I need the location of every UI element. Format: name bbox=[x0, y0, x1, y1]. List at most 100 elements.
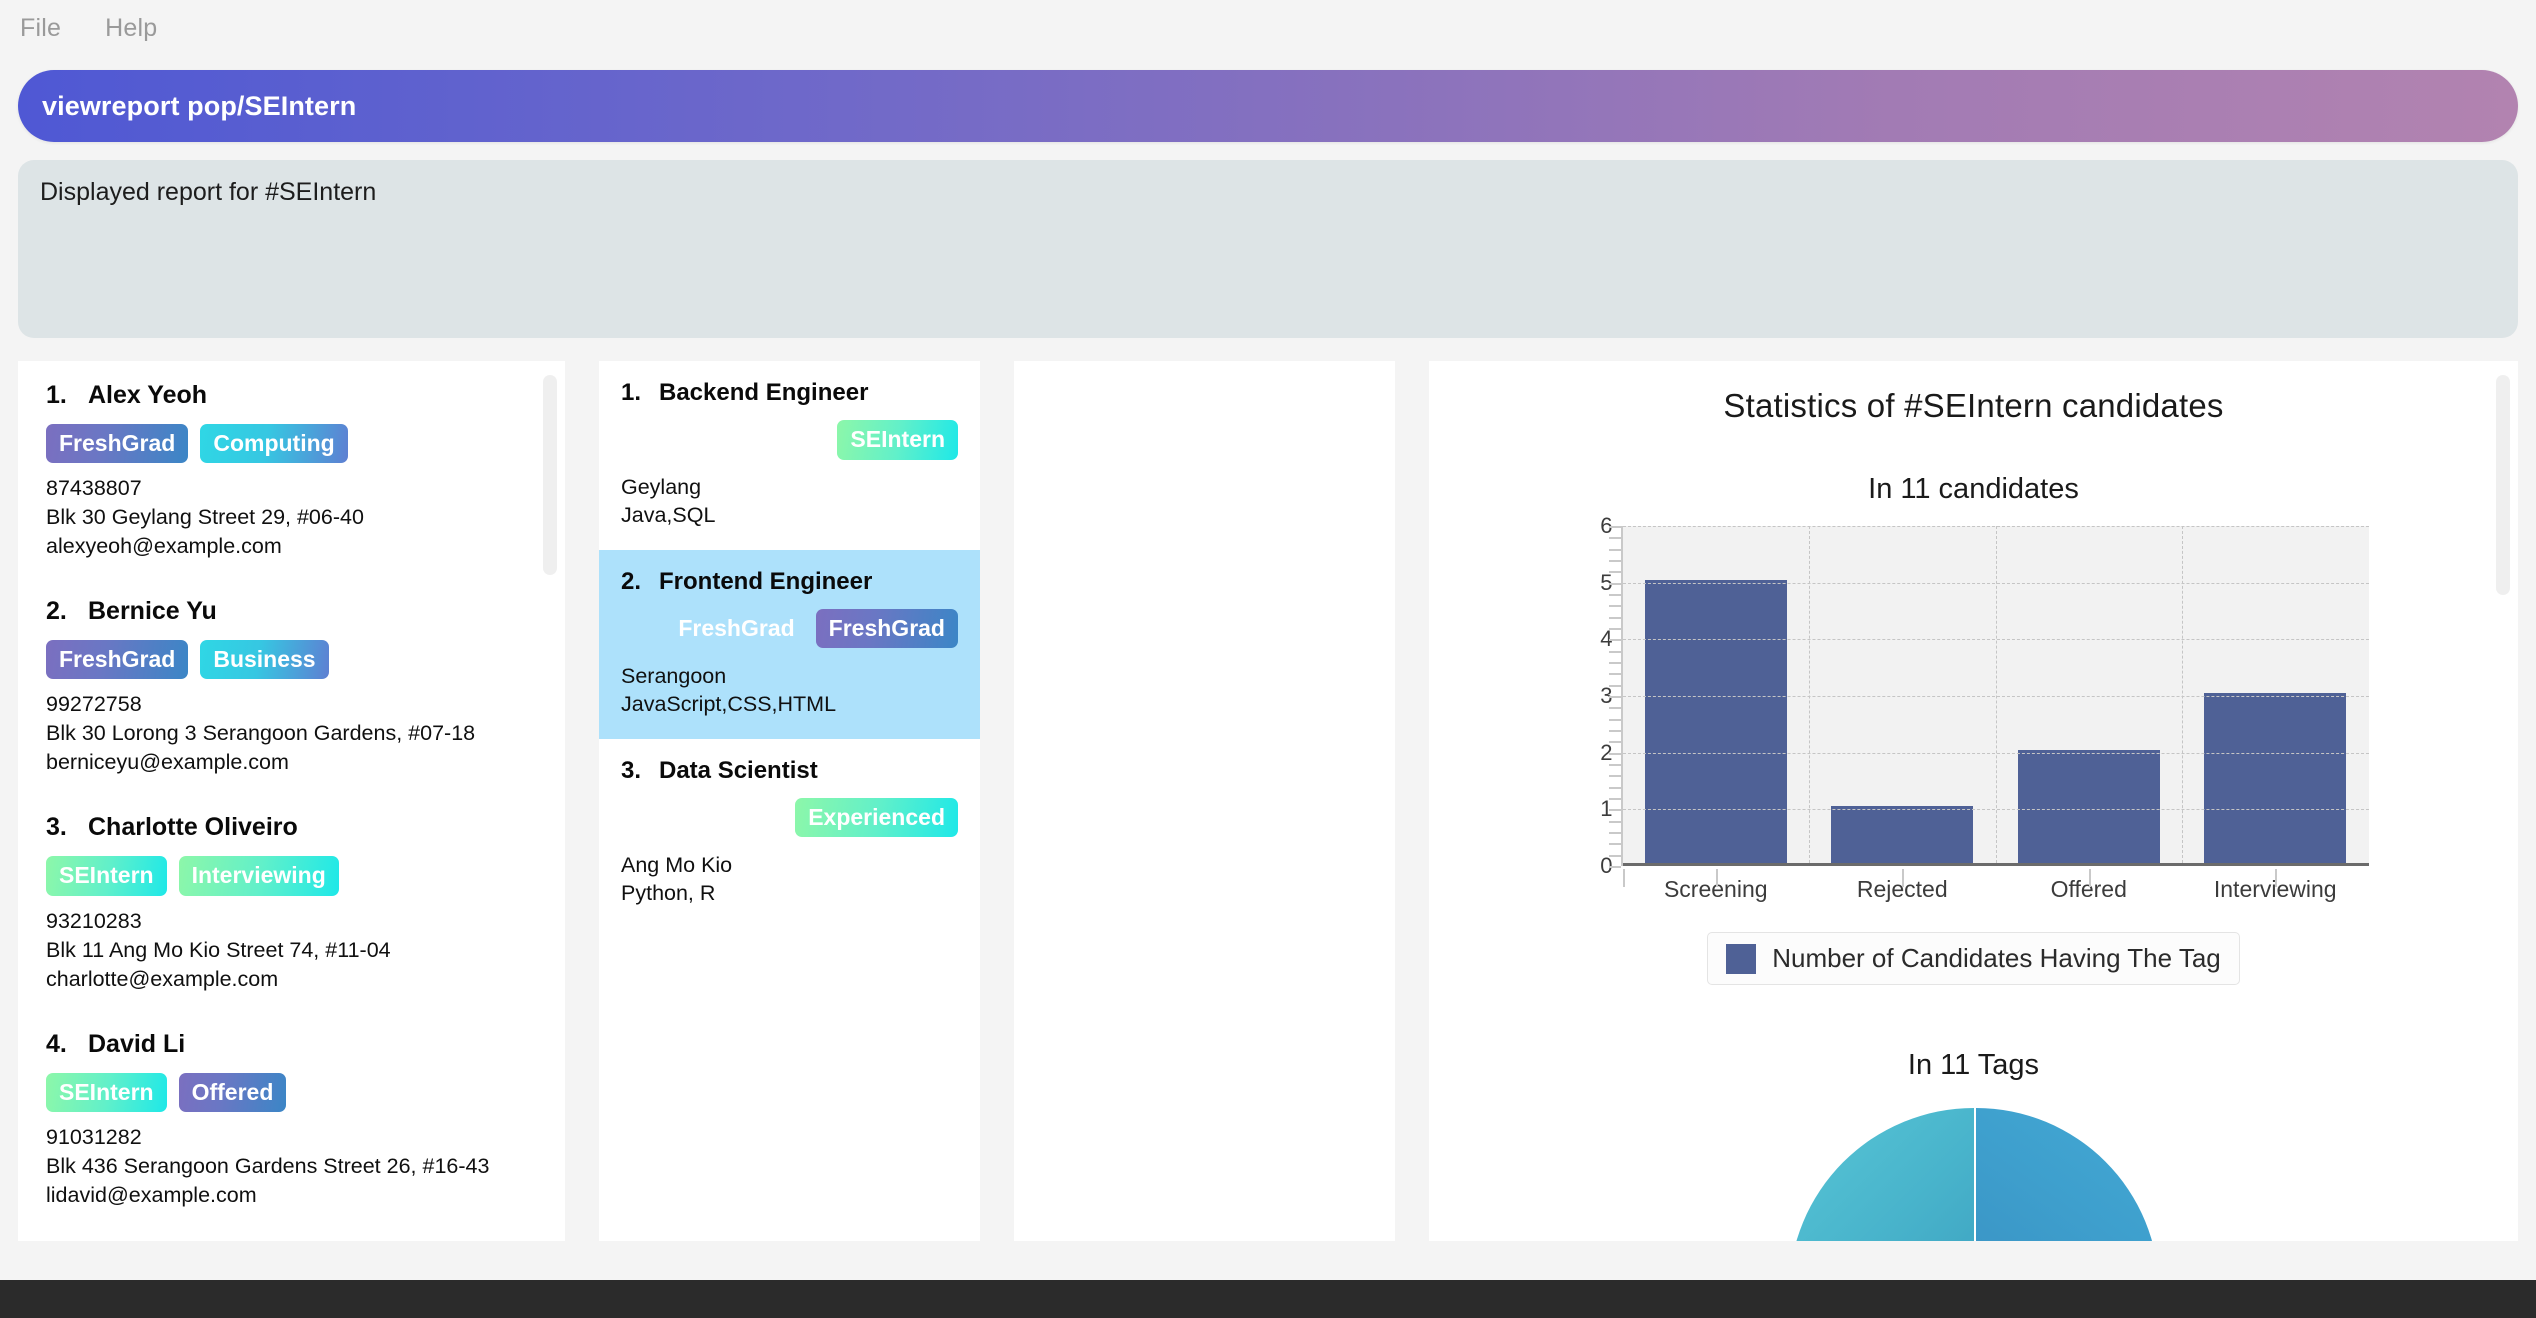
person-details: 93210283 Blk 11 Ang Mo Kio Street 74, #11… bbox=[46, 907, 537, 994]
pie-slice-right[interactable] bbox=[1975, 1108, 2159, 1241]
y-axis-minor-tick bbox=[1608, 605, 1621, 608]
person-index: 4. bbox=[46, 1029, 67, 1058]
person-card[interactable]: 1. Alex Yeoh FreshGrad Computing 87438807 Blk… bbox=[46, 381, 537, 561]
person-tag[interactable]: SEIntern bbox=[46, 1072, 167, 1112]
bar-chart-title: In 11 candidates bbox=[1868, 473, 2079, 505]
job-skills: JavaScript,CSS,HTML bbox=[621, 692, 837, 717]
person-details: 87438807 Blk 30 Geylang Street 29, #06-40… bbox=[46, 474, 537, 561]
y-axis-minor-tick bbox=[1608, 650, 1621, 653]
job-tag[interactable]: SEIntern bbox=[837, 420, 958, 460]
job-title: Data Scientist bbox=[659, 756, 818, 784]
pie-chart bbox=[1788, 1108, 2159, 1241]
person-name-row: 2. Bernice Yu bbox=[46, 597, 537, 626]
bar-chart-x-axis-labels: Screening Rejected Offered Interviewing bbox=[1623, 876, 2369, 903]
y-axis-minor-tick bbox=[1608, 582, 1621, 585]
person-tag[interactable]: Business bbox=[200, 640, 329, 680]
job-tag[interactable]: FreshGrad bbox=[815, 609, 958, 649]
panel-row: 1. Alex Yeoh FreshGrad Computing 87438807 Blk… bbox=[0, 361, 2536, 1241]
job-tag-row: FreshGrad FreshGrad bbox=[621, 608, 958, 650]
job-title-row: 3. Data Scientist bbox=[621, 757, 958, 785]
menu-item-file[interactable]: File bbox=[20, 14, 61, 43]
y-axis-minor-tick bbox=[1608, 526, 1621, 528]
job-card[interactable]: 3. Data Scientist Experienced Ang Mo Kio Pyt… bbox=[599, 739, 980, 928]
y-axis-minor-tick bbox=[1608, 752, 1621, 755]
job-details: Geylang Java,SQL bbox=[621, 473, 958, 530]
person-index: 3. bbox=[46, 813, 67, 842]
person-phone: 99272758 bbox=[46, 692, 142, 717]
y-axis-minor-tick bbox=[1608, 764, 1621, 766]
person-details: 99272758 Blk 30 Lorong 3 Serangoon Garden… bbox=[46, 690, 537, 777]
job-list: 1. Backend Engineer SEIntern Geylang Java,SQ… bbox=[599, 361, 980, 927]
person-address: Blk 30 Lorong 3 Serangoon Gardens, #07-1… bbox=[46, 721, 476, 746]
job-title: Backend Engineer bbox=[659, 379, 869, 406]
person-details: 91031282 Blk 436 Serangoon Gardens Street… bbox=[46, 1123, 537, 1210]
person-card[interactable]: 4. David Li SEIntern Offered 91031282 Blk 436… bbox=[46, 1030, 537, 1210]
chart-bar[interactable] bbox=[2017, 749, 2160, 863]
person-card[interactable]: 2. Bernice Yu FreshGrad Business 99272758 Blk… bbox=[46, 597, 537, 777]
job-card[interactable]: 1. Backend Engineer SEIntern Geylang Java,SQ… bbox=[599, 361, 980, 550]
statistics-panel[interactable]: Statistics of #SEIntern candidates In 11… bbox=[1429, 361, 2518, 1241]
empty-detail-panel bbox=[1014, 361, 1395, 1241]
y-axis-minor-tick bbox=[1608, 820, 1621, 823]
person-address: Blk 11 Ang Mo Kio Street 74, #11-04 bbox=[46, 937, 391, 962]
chart-bar[interactable] bbox=[2204, 693, 2347, 863]
result-message: Displayed report for #SEIntern bbox=[40, 178, 377, 206]
y-axis-minor-tick bbox=[1608, 718, 1621, 721]
person-list-panel[interactable]: 1. Alex Yeoh FreshGrad Computing 87438807 Blk… bbox=[18, 361, 565, 1241]
menu-bar: File Help bbox=[0, 0, 2536, 56]
person-tag-row: SEIntern Interviewing bbox=[46, 856, 537, 896]
y-axis-minor-tick bbox=[1608, 571, 1621, 574]
job-location: Serangoon bbox=[621, 663, 727, 688]
job-details: Serangoon JavaScript,CSS,HTML bbox=[621, 662, 958, 719]
x-axis-origin-tick bbox=[1622, 869, 1625, 887]
person-address: Blk 436 Serangoon Gardens Street 26, #16… bbox=[46, 1153, 490, 1178]
person-email: charlotte@example.com bbox=[46, 966, 279, 991]
x-axis-tick-mark bbox=[2275, 869, 2278, 887]
person-email: berniceyu@example.com bbox=[46, 750, 289, 775]
person-tag[interactable]: FreshGrad bbox=[46, 424, 189, 464]
job-index: 3. bbox=[621, 756, 642, 784]
y-axis-minor-tick bbox=[1608, 786, 1621, 789]
person-name-row: 1. Alex Yeoh bbox=[46, 381, 537, 410]
person-email: alexyeoh@example.com bbox=[46, 534, 282, 559]
person-tag[interactable]: FreshGrad bbox=[46, 640, 189, 680]
chart-gridline-vertical bbox=[1995, 526, 1997, 863]
person-tag[interactable]: SEIntern bbox=[46, 856, 167, 896]
person-tag[interactable]: Offered bbox=[178, 1072, 287, 1112]
person-tag[interactable]: Interviewing bbox=[178, 856, 339, 896]
job-tag[interactable]: FreshGrad bbox=[665, 609, 807, 648]
bar-chart-legend[interactable]: Number of Candidates Having The Tag bbox=[1707, 932, 2240, 985]
y-axis-minor-tick bbox=[1608, 628, 1621, 630]
job-tag[interactable]: Experienced bbox=[795, 797, 958, 838]
chart-bar[interactable] bbox=[1644, 579, 1787, 863]
pie-slice-left[interactable] bbox=[1788, 1108, 1974, 1241]
person-phone: 87438807 bbox=[46, 476, 142, 501]
bar-slot bbox=[1623, 526, 1810, 863]
status-bar bbox=[0, 1280, 2536, 1318]
y-axis-minor-tick bbox=[1608, 560, 1621, 562]
chart-bar[interactable] bbox=[1831, 806, 1974, 863]
y-axis-minor-tick bbox=[1608, 548, 1621, 551]
bar-chart-y-axis: 0123456 bbox=[1579, 513, 1621, 878]
y-axis-minor-tick bbox=[1608, 707, 1621, 710]
job-list-panel[interactable]: 1. Backend Engineer SEIntern Geylang Java,SQ… bbox=[599, 361, 980, 1241]
person-email: lidavid@example.com bbox=[46, 1182, 257, 1207]
person-card[interactable]: 3. Charlotte Oliveiro SEIntern Interviewing… bbox=[46, 813, 537, 993]
job-index: 1. bbox=[621, 379, 642, 406]
y-axis-minor-tick bbox=[1608, 537, 1621, 540]
statistics-panel-scrollbar[interactable] bbox=[2496, 375, 2510, 595]
person-name: Charlotte Oliveiro bbox=[88, 813, 298, 842]
person-tag-row: FreshGrad Computing bbox=[46, 424, 537, 464]
legend-color-swatch bbox=[1726, 943, 1757, 974]
job-title-row: 2. Frontend Engineer bbox=[621, 568, 958, 596]
command-bar[interactable]: viewreport pop/SEIntern bbox=[18, 70, 2518, 142]
bar-slot bbox=[1996, 526, 2183, 863]
y-axis-minor-tick bbox=[1608, 843, 1621, 846]
person-list-scrollbar[interactable] bbox=[543, 375, 557, 575]
job-card[interactable]: 2. Frontend Engineer FreshGrad FreshGrad Ser… bbox=[599, 549, 980, 739]
job-index: 2. bbox=[621, 567, 642, 595]
y-axis-minor-tick bbox=[1608, 684, 1621, 687]
person-tag[interactable]: Computing bbox=[200, 424, 348, 464]
menu-item-help[interactable]: Help bbox=[105, 14, 157, 43]
y-axis-minor-tick bbox=[1608, 809, 1621, 812]
